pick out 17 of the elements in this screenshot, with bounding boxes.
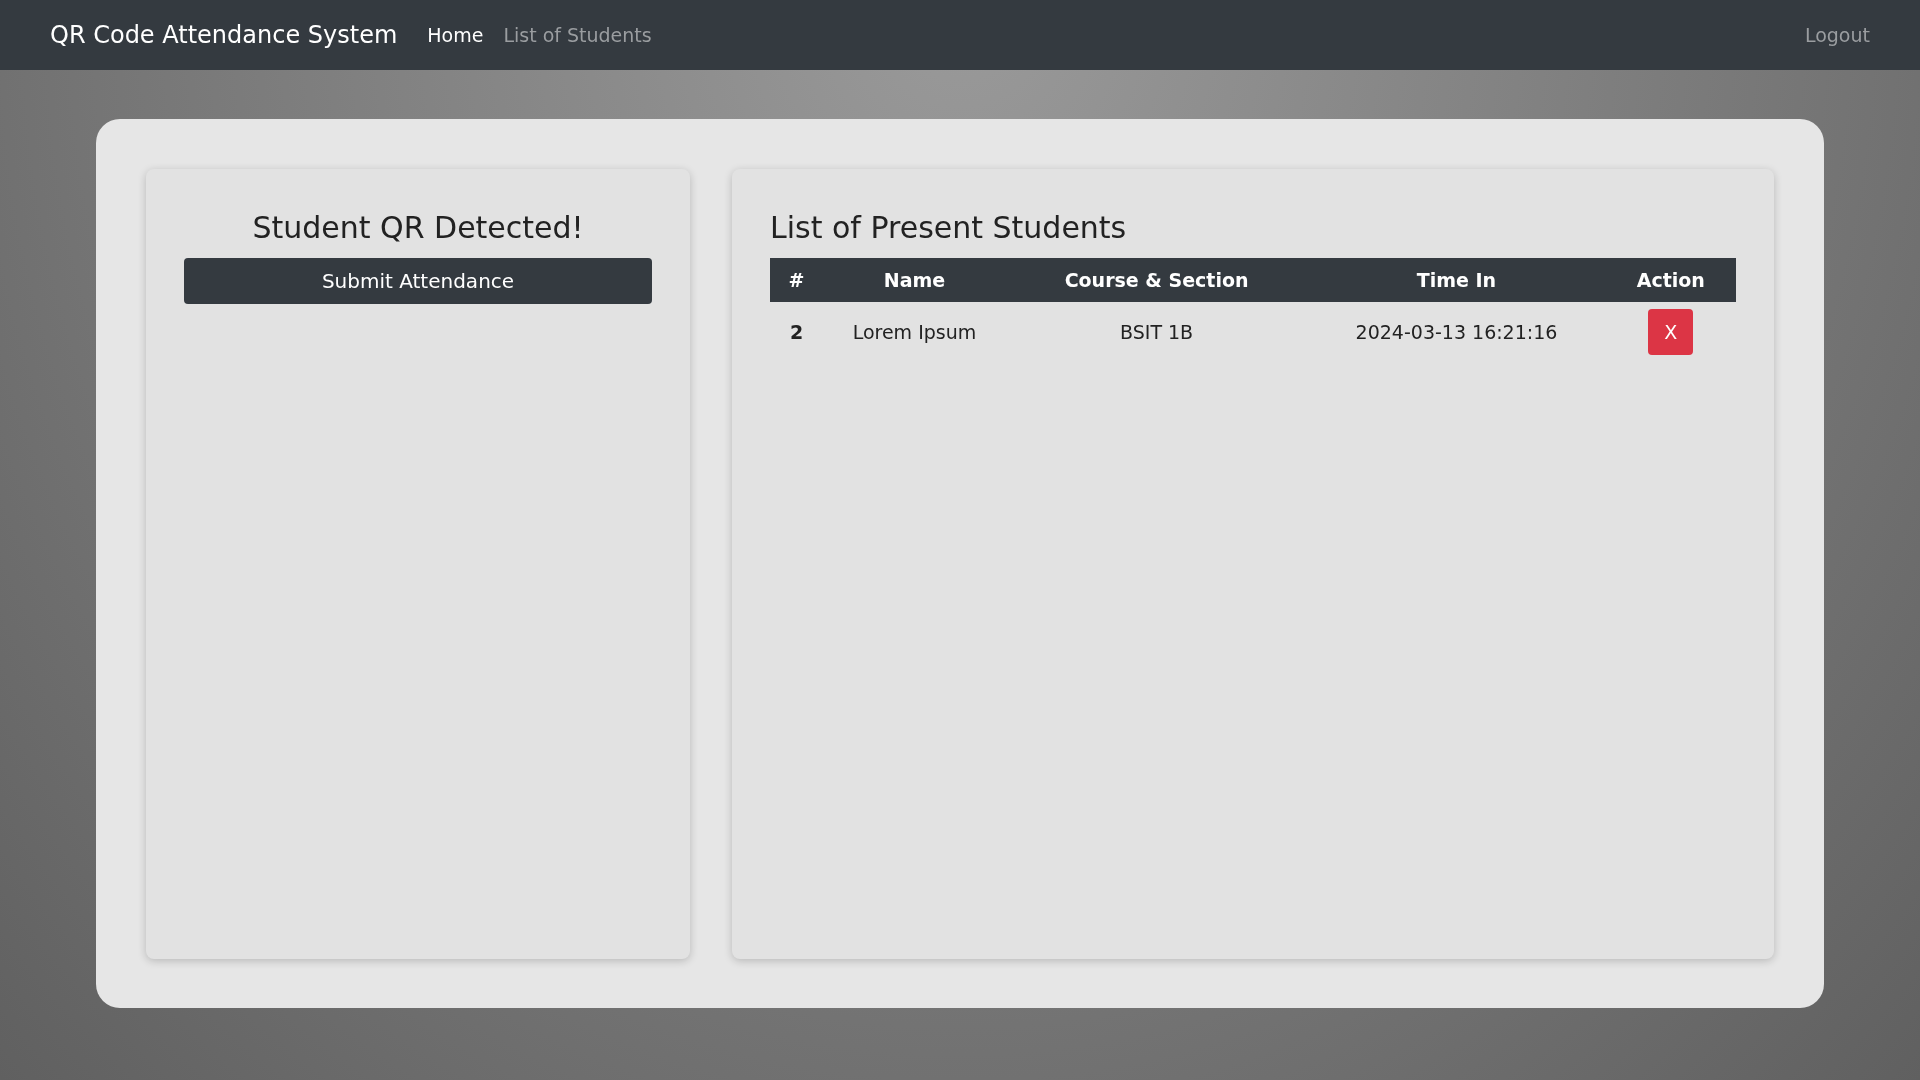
column-header: Time In	[1307, 258, 1606, 302]
submit-attendance-button[interactable]: Submit Attendance	[184, 258, 652, 304]
nav-link[interactable]: Home	[427, 20, 484, 50]
column-header: Action	[1605, 258, 1736, 302]
delete-button[interactable]: X	[1648, 309, 1694, 355]
table-cell: 2024-03-13 16:21:16	[1307, 302, 1606, 362]
column-header: #	[770, 258, 824, 302]
column-header: Course & Section	[1005, 258, 1308, 302]
table-cell: Lorem Ipsum	[823, 302, 1006, 362]
table-cell: 2	[770, 302, 824, 362]
table-cell: BSIT 1B	[1005, 302, 1308, 362]
column-header: Name	[823, 258, 1006, 302]
nav-link[interactable]: List of Students	[503, 20, 652, 50]
panel-title: List of Present Students	[770, 209, 1128, 247]
panel-title: Student QR Detected!	[252, 209, 584, 247]
logout-link[interactable]: Logout	[1804, 20, 1870, 50]
brand-title[interactable]: QR Code Attendance System	[50, 17, 398, 53]
